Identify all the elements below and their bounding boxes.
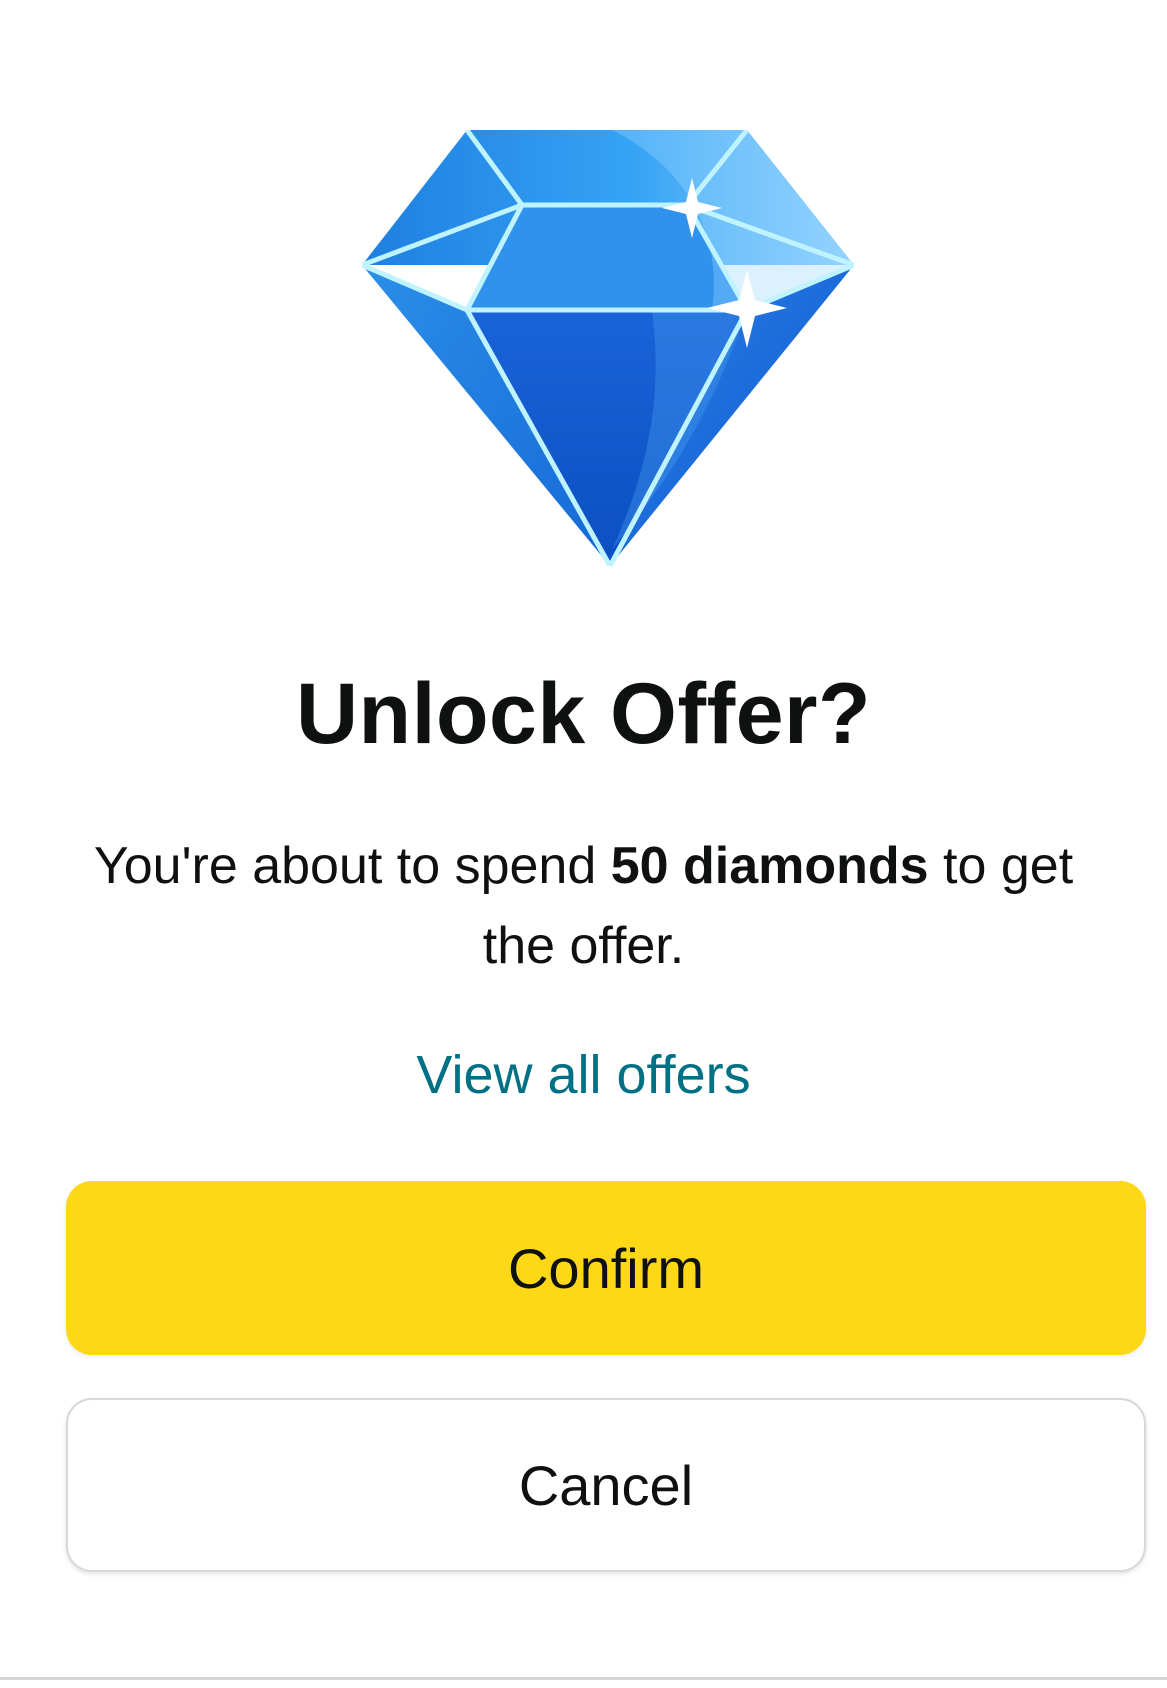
diamond-cost: 50 diamonds [610,837,929,895]
confirm-button-label: Confirm [507,1236,705,1300]
diamond-icon [362,130,854,566]
confirm-button[interactable]: Confirm [66,1181,1146,1355]
dialog-message: You're about to spend 50 diamonds to get… [60,826,1107,986]
cancel-button[interactable]: Cancel [66,1398,1146,1572]
view-all-offers-link[interactable]: View all offers [0,1040,1167,1110]
unlock-offer-dialog: Unlock Offer? You're about to spend 50 d… [0,0,1167,1680]
dialog-title: Unlock Offer? [295,666,872,762]
cancel-button-label: Cancel [518,1453,694,1517]
message-prefix: You're about to spend [93,837,611,895]
